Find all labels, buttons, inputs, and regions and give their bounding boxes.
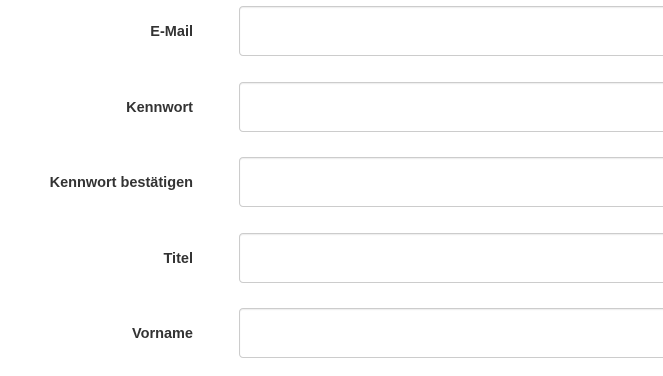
title-label: Titel: [163, 251, 193, 267]
email-field[interactable]: [239, 6, 663, 56]
password-confirm-field[interactable]: [239, 157, 663, 207]
title-field[interactable]: [239, 233, 663, 283]
first-name-row: Vorname: [0, 308, 663, 360]
password-row: Kennwort: [0, 82, 663, 134]
email-row: E-Mail: [0, 6, 663, 58]
registration-form: E-Mail Kennwort Kennwort bestätigen Tite…: [0, 0, 663, 376]
password-confirm-row: Kennwort bestätigen: [0, 157, 663, 209]
first-name-label: Vorname: [132, 326, 193, 342]
password-field[interactable]: [239, 82, 663, 132]
email-label: E-Mail: [150, 24, 193, 40]
password-label: Kennwort: [126, 100, 193, 116]
first-name-field[interactable]: [239, 308, 663, 358]
title-row: Titel: [0, 233, 663, 285]
password-confirm-label: Kennwort bestätigen: [49, 175, 193, 191]
